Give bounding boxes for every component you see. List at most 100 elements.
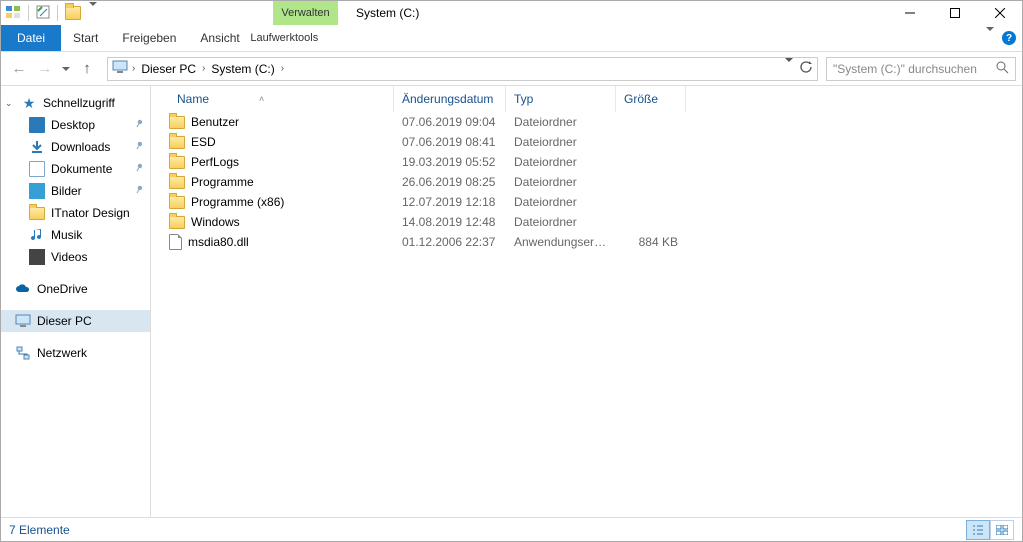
qat-dropdown-icon[interactable]: [85, 6, 101, 20]
breadcrumb-segment-thispc[interactable]: Dieser PC: [139, 62, 198, 76]
navpane-quickitem[interactable]: ITnator Design: [1, 202, 150, 224]
navpane-label: Schnellzugriff: [43, 96, 115, 110]
column-header-date[interactable]: Änderungsdatum: [394, 86, 506, 112]
navpane-label: Desktop: [51, 118, 95, 132]
search-input[interactable]: "System (C:)" durchsuchen: [826, 57, 1016, 81]
folder-icon: [169, 136, 185, 149]
file-type: Dateiordner: [506, 215, 616, 229]
navpane-quickitem[interactable]: Desktop: [1, 114, 150, 136]
cloud-icon: [15, 281, 31, 297]
minimize-button[interactable]: [887, 1, 932, 25]
file-date: 01.12.2006 22:37: [394, 235, 506, 249]
view-switcher: [966, 520, 1014, 540]
file-type: Dateiordner: [506, 195, 616, 209]
navigation-pane: ⌄ ★ Schnellzugriff Desktop Downloads Dokum…: [1, 86, 151, 517]
pin-icon: [131, 139, 146, 155]
address-bar[interactable]: › Dieser PC › System (C:) ›: [107, 57, 818, 81]
navpane-label: Bilder: [51, 184, 82, 198]
file-type: Dateiordner: [506, 175, 616, 189]
navpane-label: ITnator Design: [51, 206, 130, 220]
file-list-pane: Name ˄ Änderungsdatum Typ Größe Benutzer…: [151, 86, 1022, 517]
breadcrumb-label: Dieser PC: [141, 62, 196, 76]
file-type: Dateiordner: [506, 135, 616, 149]
ribbon-tab-view[interactable]: Ansicht: [188, 25, 251, 51]
navpane-onedrive[interactable]: OneDrive: [1, 278, 150, 300]
file-date: 12.07.2019 12:18: [394, 195, 506, 209]
ribbon-tab-share[interactable]: Freigeben: [110, 25, 188, 51]
close-button[interactable]: [977, 1, 1022, 25]
view-details-button[interactable]: [966, 520, 990, 540]
back-button[interactable]: ←: [7, 57, 31, 81]
table-row[interactable]: Programme (x86)12.07.2019 12:18Dateiordn…: [169, 192, 1022, 212]
downloads-icon: [29, 139, 45, 155]
ribbon-expand-icon[interactable]: [986, 31, 994, 45]
column-header-type[interactable]: Typ: [506, 86, 616, 112]
music-icon: [29, 227, 45, 243]
navpane-label: Dokumente: [51, 162, 112, 176]
collapse-icon[interactable]: ⌄: [5, 98, 15, 109]
qat-properties-icon[interactable]: [36, 5, 50, 22]
ribbon-tab-start[interactable]: Start: [61, 25, 110, 51]
help-icon[interactable]: ?: [1002, 31, 1016, 45]
table-row[interactable]: msdia80.dll01.12.2006 22:37Anwendungserw…: [169, 232, 1022, 252]
search-placeholder: "System (C:)" durchsuchen: [833, 62, 977, 76]
file-name: msdia80.dll: [188, 235, 249, 249]
navpane-thispc[interactable]: Dieser PC: [1, 310, 150, 332]
maximize-button[interactable]: [932, 1, 977, 25]
column-header-name[interactable]: Name ˄: [169, 86, 394, 112]
addressbar-dropdown-icon[interactable]: [785, 62, 793, 76]
navpane-network[interactable]: Netzwerk: [1, 342, 150, 364]
file-date: 19.03.2019 05:52: [394, 155, 506, 169]
folder-icon: [169, 196, 185, 209]
window-title: System (C:): [338, 1, 887, 25]
table-row[interactable]: Programme26.06.2019 08:25Dateiordner: [169, 172, 1022, 192]
pin-icon: [131, 183, 146, 199]
pin-icon: [131, 117, 146, 133]
ribbon-tab-file[interactable]: Datei: [1, 25, 61, 51]
folder-icon: [169, 176, 185, 189]
table-row[interactable]: Windows14.08.2019 12:48Dateiordner: [169, 212, 1022, 232]
breadcrumb-label: System (C:): [211, 62, 274, 76]
folder-icon: [169, 216, 185, 229]
videos-icon: [29, 249, 45, 265]
addressbar-pc-icon: [112, 60, 128, 77]
file-name: Windows: [191, 215, 240, 229]
network-icon: [15, 345, 31, 361]
ribbon-tabs: Datei Start Freigeben Ansicht Laufwerkto…: [1, 25, 1022, 52]
navpane-quickitem[interactable]: Downloads: [1, 136, 150, 158]
pc-icon: [15, 313, 31, 329]
file-icon: [169, 234, 182, 250]
navpane-label: Musik: [51, 228, 82, 242]
desktop-icon: [29, 117, 45, 133]
file-date: 26.06.2019 08:25: [394, 175, 506, 189]
table-row[interactable]: Benutzer07.06.2019 09:04Dateiordner: [169, 112, 1022, 132]
window-controls: [887, 1, 1022, 25]
table-row[interactable]: PerfLogs19.03.2019 05:52Dateiordner: [169, 152, 1022, 172]
view-largeicons-button[interactable]: [990, 520, 1014, 540]
table-row[interactable]: ESD07.06.2019 08:41Dateiordner: [169, 132, 1022, 152]
navpane-quickitem[interactable]: Videos: [1, 246, 150, 268]
chevron-right-icon[interactable]: ›: [202, 63, 205, 74]
column-header-size[interactable]: Größe: [616, 86, 686, 112]
navpane-label: Netzwerk: [37, 346, 87, 360]
chevron-right-icon[interactable]: ›: [281, 63, 284, 74]
pictures-icon: [29, 183, 45, 199]
forward-button[interactable]: →: [33, 57, 57, 81]
recent-locations-button[interactable]: [59, 57, 73, 81]
file-type: Dateiordner: [506, 155, 616, 169]
breadcrumb-segment-drive[interactable]: System (C:): [209, 62, 276, 76]
up-button[interactable]: ↑: [75, 57, 99, 81]
sort-indicator-icon: ˄: [259, 94, 264, 104]
qat-newfolder-icon[interactable]: [65, 6, 81, 20]
navpane-quickitem[interactable]: Bilder: [1, 180, 150, 202]
search-icon: [996, 61, 1009, 77]
contextual-tab-label: Verwalten: [281, 7, 329, 19]
refresh-icon[interactable]: [799, 60, 813, 77]
navpane-quickitem[interactable]: Musik: [1, 224, 150, 246]
navpane-quickitem[interactable]: Dokumente: [1, 158, 150, 180]
pin-icon: [131, 161, 146, 177]
chevron-right-icon[interactable]: ›: [132, 63, 135, 74]
ribbon-tab-drivetools[interactable]: Laufwerktools: [252, 25, 317, 51]
navpane-quickaccess[interactable]: ⌄ ★ Schnellzugriff: [1, 92, 150, 114]
file-name: ESD: [191, 135, 216, 149]
